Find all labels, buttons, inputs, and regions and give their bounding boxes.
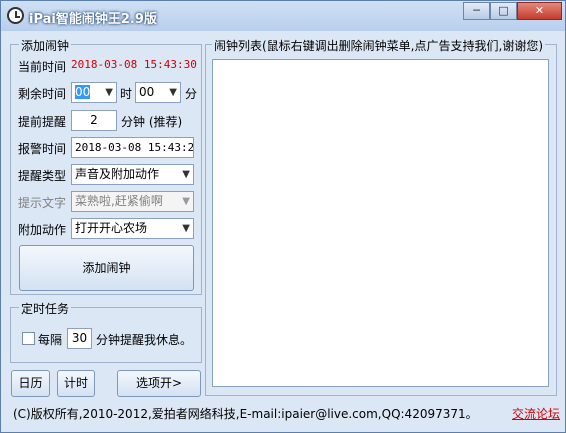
chevron-down-icon: ▼ bbox=[105, 87, 113, 98]
remaining-minute-select[interactable]: 00 ▼ bbox=[135, 82, 181, 103]
hour-unit-label: 时 bbox=[120, 87, 133, 101]
remind-type-select[interactable]: 声音及附加动作 ▼ bbox=[71, 164, 194, 185]
extra-action-value: 打开开心农场 bbox=[75, 221, 148, 235]
every-label: 每隔 bbox=[38, 333, 63, 347]
current-time-label: 当前时间 bbox=[18, 60, 67, 74]
remaining-hour-value: 00 bbox=[75, 85, 91, 99]
hint-text-select[interactable]: 菜熟啦,赶紧偷啊 ▼ bbox=[71, 191, 194, 212]
extra-action-label: 附加动作 bbox=[18, 223, 67, 237]
hint-text-value: 菜熟啦,赶紧偷啊 bbox=[75, 194, 163, 208]
current-time-value: 2018-03-08 15:43:30 bbox=[71, 58, 197, 71]
maximize-icon: □ bbox=[498, 4, 509, 17]
extra-action-select[interactable]: 打开开心农场 ▼ bbox=[71, 218, 194, 239]
timer-button[interactable]: 计时 bbox=[57, 370, 95, 397]
options-toggle-button-label: 选项开> bbox=[135, 376, 183, 390]
interval-suffix: 分钟提醒我休息。 bbox=[96, 333, 193, 347]
advance-minutes-suffix: 分钟 (推荐) bbox=[121, 115, 183, 129]
chevron-down-icon: ▼ bbox=[169, 87, 177, 98]
remaining-hour-select[interactable]: 00 ▼ bbox=[71, 82, 117, 103]
alarm-list-title: 闹钟列表(鼠标右键调出删除闹钟菜单,点广告支持我们,谢谢您) bbox=[212, 37, 545, 54]
minimize-button[interactable]: ─ bbox=[463, 2, 490, 20]
scheduled-task-group-title: 定时任务 bbox=[19, 300, 72, 317]
advance-remind-label: 提前提醒 bbox=[18, 115, 67, 129]
advance-minutes-input[interactable]: 2 bbox=[71, 110, 117, 131]
remaining-time-label: 剩余时间 bbox=[18, 87, 67, 101]
close-icon: ✕ bbox=[534, 4, 545, 17]
calendar-button[interactable]: 日历 bbox=[11, 370, 50, 397]
minimize-icon: ─ bbox=[473, 4, 480, 17]
add-alarm-button[interactable]: 添加闹钟 bbox=[19, 245, 194, 291]
minute-unit-label: 分 bbox=[185, 87, 198, 101]
copyright-text: (C)版权所有,2010-2012,爱拍者网络科技,E-mail:ipaier@… bbox=[13, 407, 478, 421]
close-button[interactable]: ✕ bbox=[517, 2, 562, 20]
chevron-down-icon: ▼ bbox=[182, 223, 190, 234]
options-toggle-button[interactable]: 选项开> bbox=[117, 370, 201, 397]
every-interval-checkbox[interactable] bbox=[22, 332, 35, 345]
alarm-time-input[interactable]: 2018-03-08 15:43:24 bbox=[71, 137, 194, 158]
hint-text-label: 提示文字 bbox=[18, 196, 67, 210]
chevron-down-icon: ▼ bbox=[182, 196, 190, 207]
forum-link[interactable]: 交流论坛 bbox=[512, 405, 560, 422]
add-alarm-group-title: 添加闹钟 bbox=[19, 37, 72, 54]
app-window: iPai智能闹钟王2.9版 ─ □ ✕ 添加闹钟 当前时间 2018-03-08… bbox=[0, 0, 566, 433]
title-bar[interactable]: iPai智能闹钟王2.9版 ─ □ ✕ bbox=[1, 1, 565, 31]
calendar-button-label: 日历 bbox=[18, 376, 43, 390]
maximize-button[interactable]: □ bbox=[490, 2, 517, 20]
alarm-time-label: 报警时间 bbox=[18, 142, 67, 156]
alarm-list[interactable] bbox=[212, 59, 549, 387]
add-alarm-button-label: 添加闹钟 bbox=[82, 261, 131, 275]
alarm-clock-icon bbox=[7, 7, 24, 24]
remind-type-label: 提醒类型 bbox=[18, 169, 67, 183]
timer-button-label: 计时 bbox=[63, 376, 88, 390]
remaining-minute-value: 00 bbox=[139, 85, 155, 99]
window-title: iPai智能闹钟王2.9版 bbox=[29, 12, 157, 27]
chevron-down-icon: ▼ bbox=[182, 169, 190, 180]
remind-type-value: 声音及附加动作 bbox=[75, 167, 160, 181]
interval-minutes-input[interactable]: 30 bbox=[67, 328, 92, 349]
